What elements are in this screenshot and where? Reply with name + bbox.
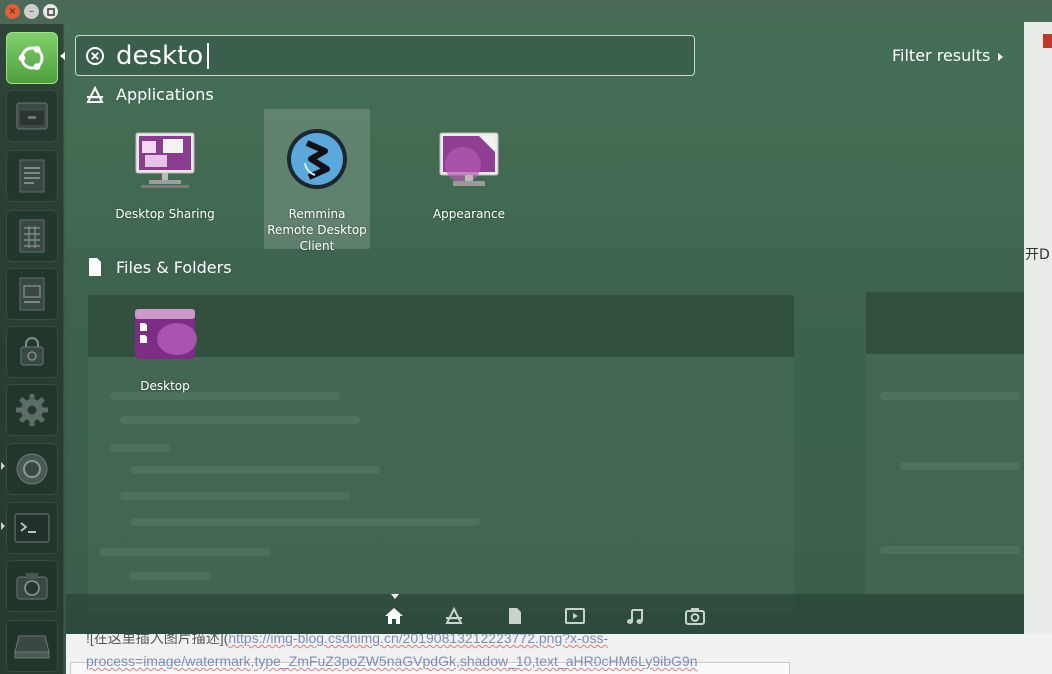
markdown-image-link-cont: process=image/watermark,type_ZmFuZ3poZW5… (86, 653, 698, 669)
tile-icon-wrap (112, 299, 218, 363)
lens-photos[interactable] (685, 606, 705, 626)
launcher-system-settings[interactable] (6, 384, 58, 436)
applications-section-header[interactable]: Applications (86, 85, 214, 104)
presentation-icon (19, 277, 45, 311)
browser-right-badge (1043, 34, 1052, 48)
files-category-icon (89, 258, 101, 276)
text-caret (207, 43, 209, 69)
launcher-software-center[interactable] (6, 326, 58, 378)
desktop-sharing-icon (135, 132, 195, 188)
file-cabinet-icon (16, 102, 48, 130)
launcher-running-indicator (1, 522, 5, 530)
launcher-terminal[interactable] (6, 502, 58, 554)
clear-search-button[interactable] (84, 45, 106, 67)
minimize-icon: – (29, 5, 34, 17)
browser-icon (16, 453, 48, 485)
applications-heading: Applications (116, 85, 214, 104)
remmina-icon (287, 129, 347, 189)
launcher-impress[interactable] (6, 268, 58, 320)
clear-search-icon (86, 46, 104, 65)
app-tile-appearance[interactable]: Appearance (416, 109, 522, 249)
appearance-icon (439, 132, 499, 186)
maximize-window-button[interactable] (43, 4, 58, 19)
camera-icon (16, 573, 48, 600)
close-window-button[interactable]: × (5, 4, 20, 19)
window-controls: × – (5, 4, 58, 19)
lens-music[interactable] (625, 606, 645, 626)
home-lens-icon (385, 608, 403, 624)
filter-results-label: Filter results (892, 46, 991, 65)
applications-category-icon (86, 85, 104, 103)
files-section-header[interactable]: Files & Folders (86, 257, 232, 277)
active-lens-indicator (391, 594, 399, 599)
lens-home[interactable] (384, 606, 404, 626)
document-writer-icon (19, 159, 45, 193)
minimize-window-button[interactable]: – (24, 4, 39, 19)
applications-lens-icon (445, 607, 463, 624)
music-lens-icon (627, 609, 643, 624)
file-tile-desktop[interactable]: Desktop (112, 281, 218, 411)
launcher-dash-home[interactable] (6, 32, 58, 84)
folder-icon (135, 309, 197, 359)
gear-icon (16, 394, 48, 426)
lens-applications[interactable] (444, 606, 464, 626)
launcher-calc[interactable] (6, 210, 58, 262)
app-label: Remmina Remote Desktop Client (267, 207, 367, 253)
lens-files[interactable] (505, 606, 525, 626)
browser-right-text: 开D (1025, 247, 1050, 263)
file-label: Desktop (140, 379, 190, 393)
filter-results-button[interactable]: Filter results (892, 46, 1004, 65)
tile-icon-wrap (416, 127, 522, 191)
shopping-bag-icon (20, 337, 44, 366)
terminal-icon (14, 513, 50, 543)
lens-video[interactable] (565, 606, 585, 626)
lens-bar (66, 594, 1024, 634)
launcher-screenshot[interactable] (6, 560, 58, 612)
app-label: Desktop Sharing (115, 207, 215, 221)
app-label: Appearance (432, 207, 506, 221)
launcher-chromium[interactable] (6, 443, 58, 495)
files-lens-icon (509, 608, 521, 624)
close-icon: × (8, 5, 17, 17)
hard-drive-icon (14, 635, 50, 659)
photo-lens-icon (685, 608, 705, 625)
tile-icon-wrap (264, 127, 370, 191)
launcher-drive[interactable] (6, 620, 58, 672)
launcher-writer[interactable] (6, 150, 58, 202)
app-tile-desktop-sharing[interactable]: Desktop Sharing (112, 109, 218, 249)
app-tile-remmina[interactable]: Remmina Remote Desktop Client (264, 109, 370, 253)
browser-markdown-line-2: process=image/watermark,type_ZmFuZ3poZW5… (86, 653, 697, 669)
browser-right-column (1024, 22, 1052, 634)
launcher-active-arrow (60, 52, 65, 60)
video-lens-icon (565, 608, 585, 624)
spreadsheet-icon (19, 219, 45, 253)
maximize-icon (46, 7, 55, 16)
chevron-right-icon (998, 52, 1004, 61)
tile-icon-wrap (112, 127, 218, 191)
ubuntu-logo-icon (18, 46, 44, 70)
launcher-running-indicator (1, 462, 5, 470)
launcher-files[interactable] (6, 90, 58, 142)
dash-search-box[interactable] (75, 35, 695, 76)
search-input[interactable] (116, 37, 694, 74)
files-heading: Files & Folders (116, 257, 232, 277)
